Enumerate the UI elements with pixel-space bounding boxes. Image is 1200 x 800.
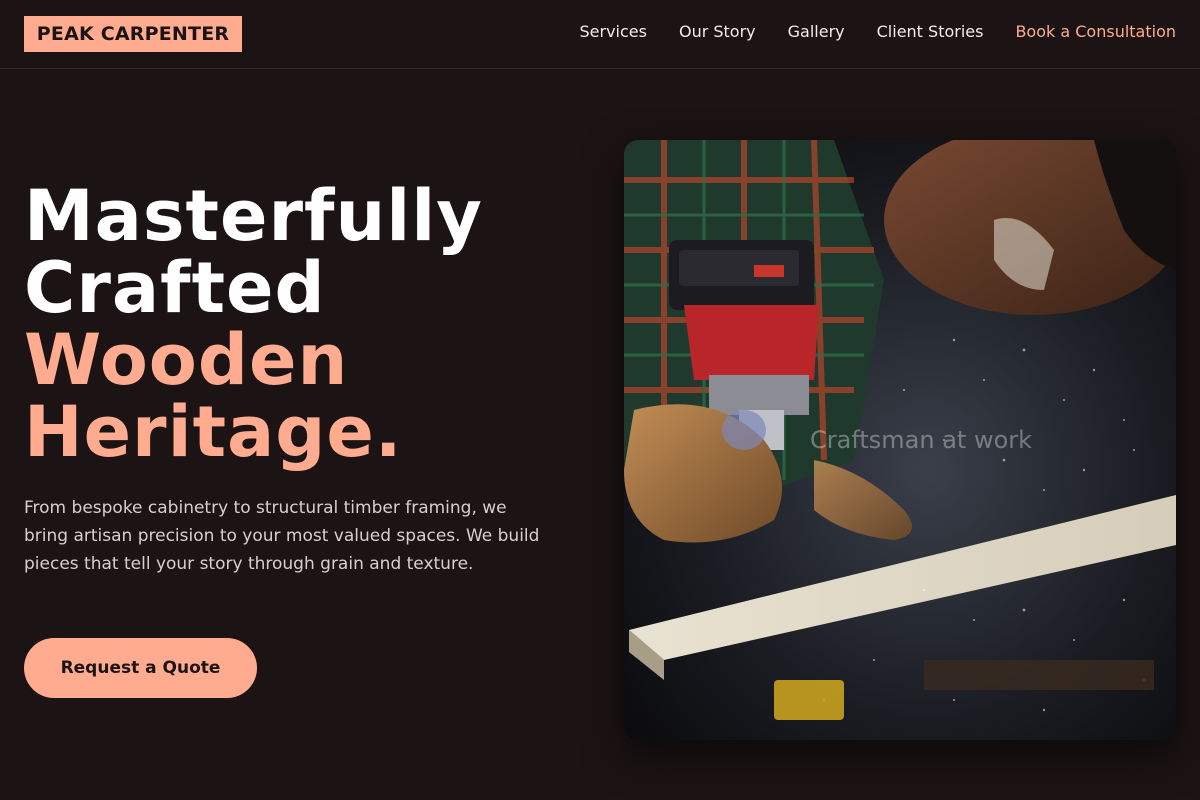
hero-description: From bespoke cabinetry to structural tim…: [24, 498, 540, 574]
hero-title-line-4: Heritage.: [24, 391, 403, 473]
hero-photo: Craftsman at work: [624, 140, 1176, 740]
nav-link-gallery[interactable]: Gallery: [788, 20, 845, 44]
request-quote-button[interactable]: Request a Quote: [24, 638, 257, 698]
landing-page: PEAK CARPENTER Services Our Story Galler…: [0, 0, 1200, 800]
hero-title-line-3: Wooden: [24, 319, 349, 401]
site-header: PEAK CARPENTER Services Our Story Galler…: [0, 0, 1200, 69]
nav-link-client-stories[interactable]: Client Stories: [877, 20, 984, 44]
nav-link-our-story[interactable]: Our Story: [679, 20, 756, 44]
nav-link-book-consultation[interactable]: Book a Consultation: [1015, 20, 1176, 44]
photo-caption: Craftsman at work: [810, 426, 1033, 454]
nav-link-services[interactable]: Services: [580, 20, 647, 44]
hero-title: Masterfully Crafted Wooden Heritage.: [24, 180, 584, 468]
main-nav: Services Our Story Gallery Client Storie…: [580, 20, 1177, 44]
hero-title-line-2: Crafted: [24, 247, 326, 329]
brand-logo[interactable]: PEAK CARPENTER: [24, 16, 242, 52]
hero-title-line-1: Masterfully: [24, 175, 483, 257]
